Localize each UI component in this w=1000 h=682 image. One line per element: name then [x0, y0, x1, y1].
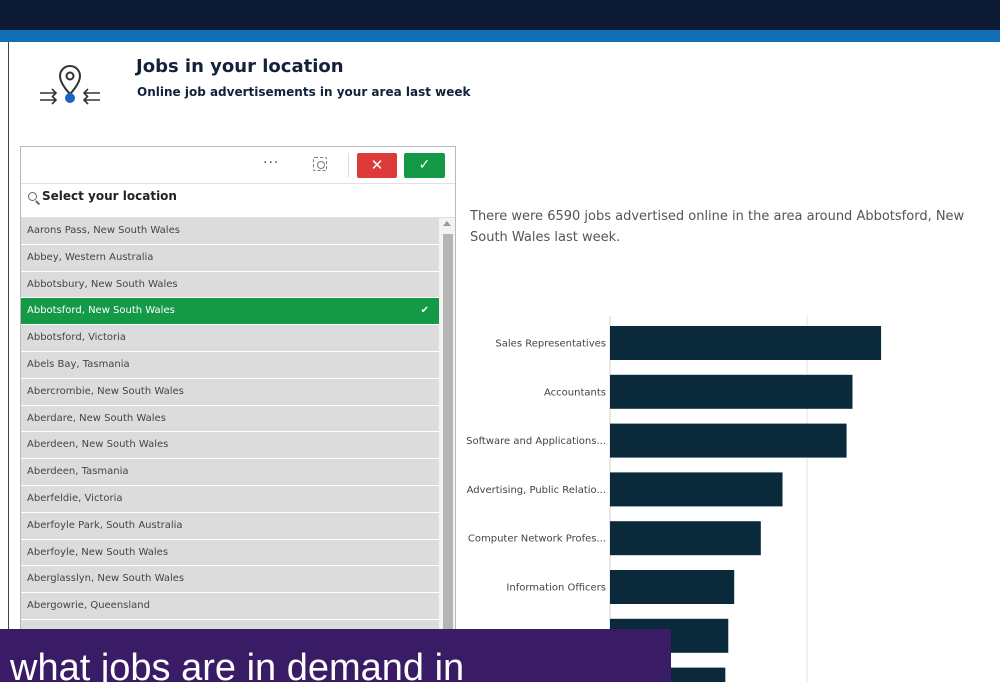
- location-item-label: Aberglasslyn, New South Wales: [27, 573, 185, 585]
- caption-text: what jobs are in demand in: [10, 647, 465, 682]
- location-item[interactable]: Aberdare, New South Wales: [21, 405, 439, 433]
- location-item-label: Aberdare, New South Wales: [27, 412, 166, 424]
- location-item[interactable]: Abercrombie, New South Wales: [21, 378, 439, 406]
- chart-bar[interactable]: [610, 326, 882, 360]
- checkmark-icon: ✔: [420, 305, 429, 317]
- location-item[interactable]: Aberfeldie, Victoria: [21, 485, 439, 513]
- location-item-label: Aarons Pass, New South Wales: [27, 225, 180, 236]
- chart-bar[interactable]: [610, 521, 761, 556]
- jobs-summary-text: There were 6590 jobs advertised online i…: [470, 209, 965, 245]
- location-item[interactable]: Abbotsbury, New South Wales: [21, 271, 439, 299]
- location-item-label: Abergowrie, Queensland: [27, 600, 150, 612]
- location-item[interactable]: Aberfoyle, New South Wales: [21, 539, 439, 567]
- location-item[interactable]: Abbey, Western Australia: [21, 244, 439, 272]
- location-list: Aarons Pass, New South Wales Abbey, Weste…: [21, 218, 439, 681]
- confirm-selection-button[interactable]: ✓: [404, 153, 445, 178]
- cancel-selection-button[interactable]: ✕: [357, 153, 397, 178]
- selector-toolbar: ··· ✕ ✓: [21, 147, 455, 184]
- more-options-icon[interactable]: ···: [263, 155, 279, 171]
- location-item[interactable]: Abels Bay, Tasmania: [21, 351, 439, 379]
- location-item-label: Aberdeen, Tasmania: [27, 466, 129, 478]
- chart-category-label: Software and Applications...: [466, 436, 606, 447]
- location-item-label: Abercrombie, New South Wales: [27, 385, 184, 397]
- chart-bar[interactable]: [610, 472, 783, 507]
- search-icon: [28, 192, 37, 201]
- location-item-label: Aberfoyle, New South Wales: [27, 546, 169, 558]
- location-item[interactable]: Aberglasslyn, New South Wales: [21, 566, 439, 594]
- toolbar-divider: [348, 153, 349, 177]
- chart-bar[interactable]: [610, 423, 847, 458]
- location-item[interactable]: Aarons Pass, New South Wales: [21, 218, 439, 245]
- location-item-label: Aberdeen, New South Wales: [27, 439, 169, 451]
- top-bar: [0, 0, 1000, 30]
- location-item-label: Aberfeldie, Victoria: [27, 492, 123, 504]
- location-item[interactable]: Abergowrie, Queensland: [21, 593, 439, 620]
- chart-category-label: Accountants: [544, 387, 606, 398]
- location-item-selected[interactable]: Abbotsford, New South Wales ✔: [21, 298, 439, 326]
- location-item-label: Abbotsford, New South Wales: [27, 305, 175, 317]
- location-item-label: Abbotsford, Victoria: [27, 332, 127, 344]
- chart-bar[interactable]: [610, 374, 853, 409]
- selection-tool-icon[interactable]: [313, 157, 327, 171]
- chart-bar[interactable]: [610, 570, 735, 604]
- page-subtitle: Online job advertisements in your area l…: [137, 85, 471, 99]
- location-item[interactable]: Aberfoyle Park, South Australia: [21, 512, 439, 540]
- location-item-label: Aberfoyle Park, South Australia: [27, 519, 183, 531]
- chart-category-label: Sales Representatives: [495, 339, 606, 350]
- left-border: [8, 42, 9, 682]
- caption-overlay: what jobs are in demand in: [0, 629, 671, 682]
- app-frame: Jobs in your location Online job adverti…: [0, 0, 1000, 682]
- page-title: Jobs in your location: [136, 56, 344, 77]
- location-item[interactable]: Aberdeen, Tasmania: [21, 459, 439, 486]
- chart-category-label: Advertising, Public Relatio...: [467, 485, 606, 496]
- jobs-bar-chart: Sales Representatives Accountants Software…: [466, 316, 882, 682]
- search-label: Select your location: [42, 189, 177, 203]
- location-item-label: Abels Bay, Tasmania: [27, 358, 130, 370]
- location-search[interactable]: Select your location: [21, 184, 455, 218]
- location-item-label: Abbey, Western Australia: [27, 251, 154, 263]
- scrollbar[interactable]: [439, 218, 455, 681]
- scrollbar-thumb[interactable]: [443, 234, 453, 674]
- location-item-label: Abbotsbury, New South Wales: [27, 278, 178, 290]
- chart-category-label: Computer Network Profes...: [468, 534, 606, 545]
- chart-category-label: Information Officers: [506, 583, 606, 594]
- accent-strip: [0, 30, 1000, 42]
- location-item[interactable]: Aberdeen, New South Wales: [21, 432, 439, 460]
- scroll-up-icon[interactable]: [443, 221, 451, 226]
- location-selector-panel: ··· ✕ ✓ Select your location Aarons Pass…: [20, 146, 456, 682]
- location-pin-arrows-icon: [40, 64, 100, 105]
- location-item[interactable]: Abbotsford, Victoria: [21, 325, 439, 352]
